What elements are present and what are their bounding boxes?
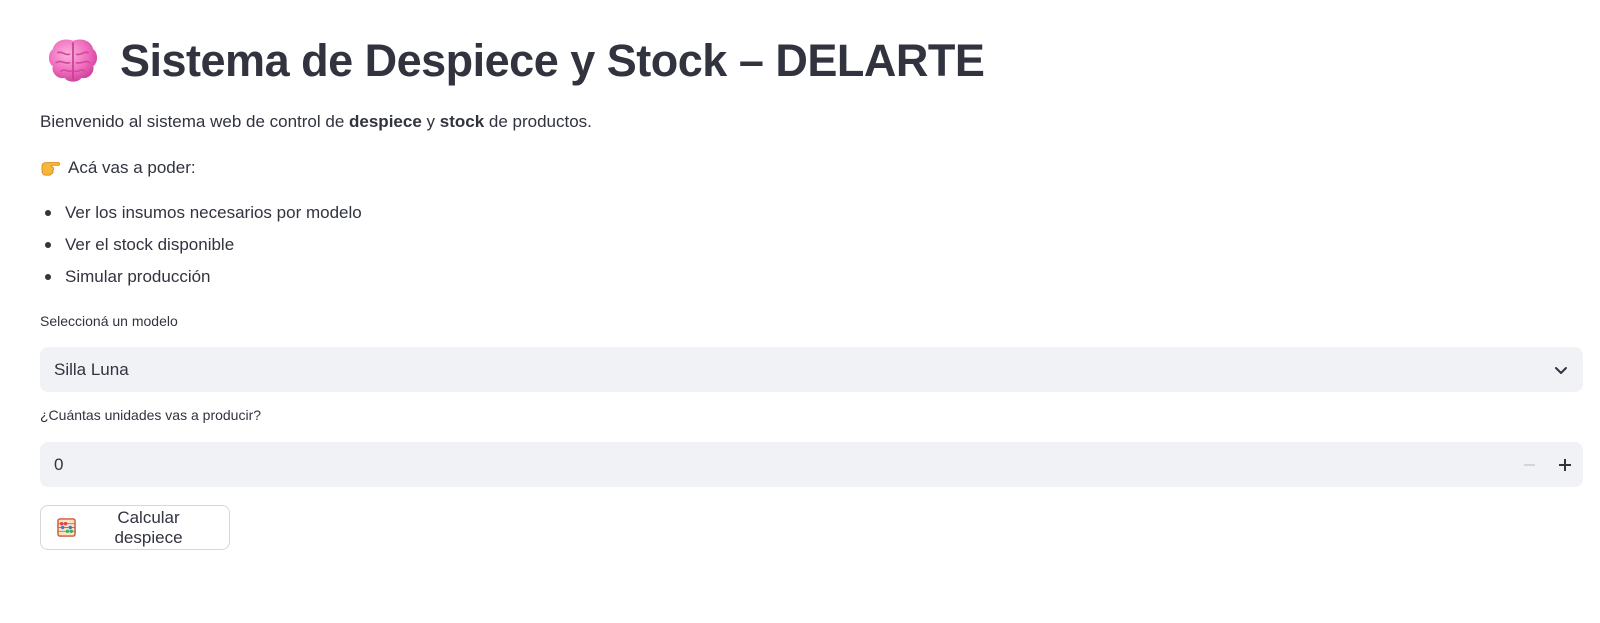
calculate-button[interactable]: Calcular despiece: [40, 505, 230, 550]
bullet-dot: [45, 210, 51, 216]
list-item: Simular producción: [40, 265, 362, 297]
brain-icon: [48, 39, 98, 82]
model-select-value: Silla Luna: [54, 359, 129, 379]
capabilities-heading-text: Acá vas a poder:: [68, 158, 196, 177]
quantity-stepper: [40, 442, 1583, 487]
quantity-label: ¿Cuántas unidades vas a producir?: [40, 407, 262, 423]
list-item-text: Ver los insumos necesarios por modelo: [65, 203, 362, 222]
bullet-dot: [45, 242, 51, 248]
model-select[interactable]: Silla Luna: [40, 347, 1583, 392]
list-item: Ver el stock disponible: [40, 233, 362, 265]
minus-icon: [1523, 463, 1535, 466]
capabilities-list: Ver los insumos necesarios por modelo Ve…: [40, 201, 362, 297]
page-title: Sistema de Despiece y Stock – DELARTE: [46, 30, 985, 92]
capabilities-heading: Acá vas a poder:: [40, 158, 196, 178]
intro-suffix: de productos.: [484, 112, 592, 131]
list-item-text: Simular producción: [65, 267, 211, 286]
plus-icon: [1559, 458, 1571, 471]
intro-prefix: Bienvenido al sistema web de control de: [40, 112, 350, 131]
intro-bold-despiece: despiece: [349, 112, 422, 131]
model-select-label: Seleccioná un modelo: [40, 313, 178, 329]
abacus-icon: [57, 518, 76, 537]
bullet-dot: [45, 274, 51, 280]
page-title-text: Sistema de Despiece y Stock – DELARTE: [120, 35, 985, 86]
quantity-input[interactable]: [54, 454, 1511, 475]
intro-bold-stock: stock: [439, 112, 485, 131]
intro-middle: y: [421, 112, 440, 131]
pointing-hand-icon: [41, 162, 60, 176]
chevron-down-icon[interactable]: [1553, 362, 1569, 378]
calculate-button-label: Calcular despiece: [114, 507, 183, 547]
list-item-text: Ver el stock disponible: [65, 235, 235, 254]
intro-text: Bienvenido al sistema web de control de …: [40, 112, 592, 132]
decrement-button[interactable]: [1511, 442, 1547, 487]
increment-button[interactable]: [1547, 442, 1583, 487]
list-item: Ver los insumos necesarios por modelo: [40, 201, 362, 233]
